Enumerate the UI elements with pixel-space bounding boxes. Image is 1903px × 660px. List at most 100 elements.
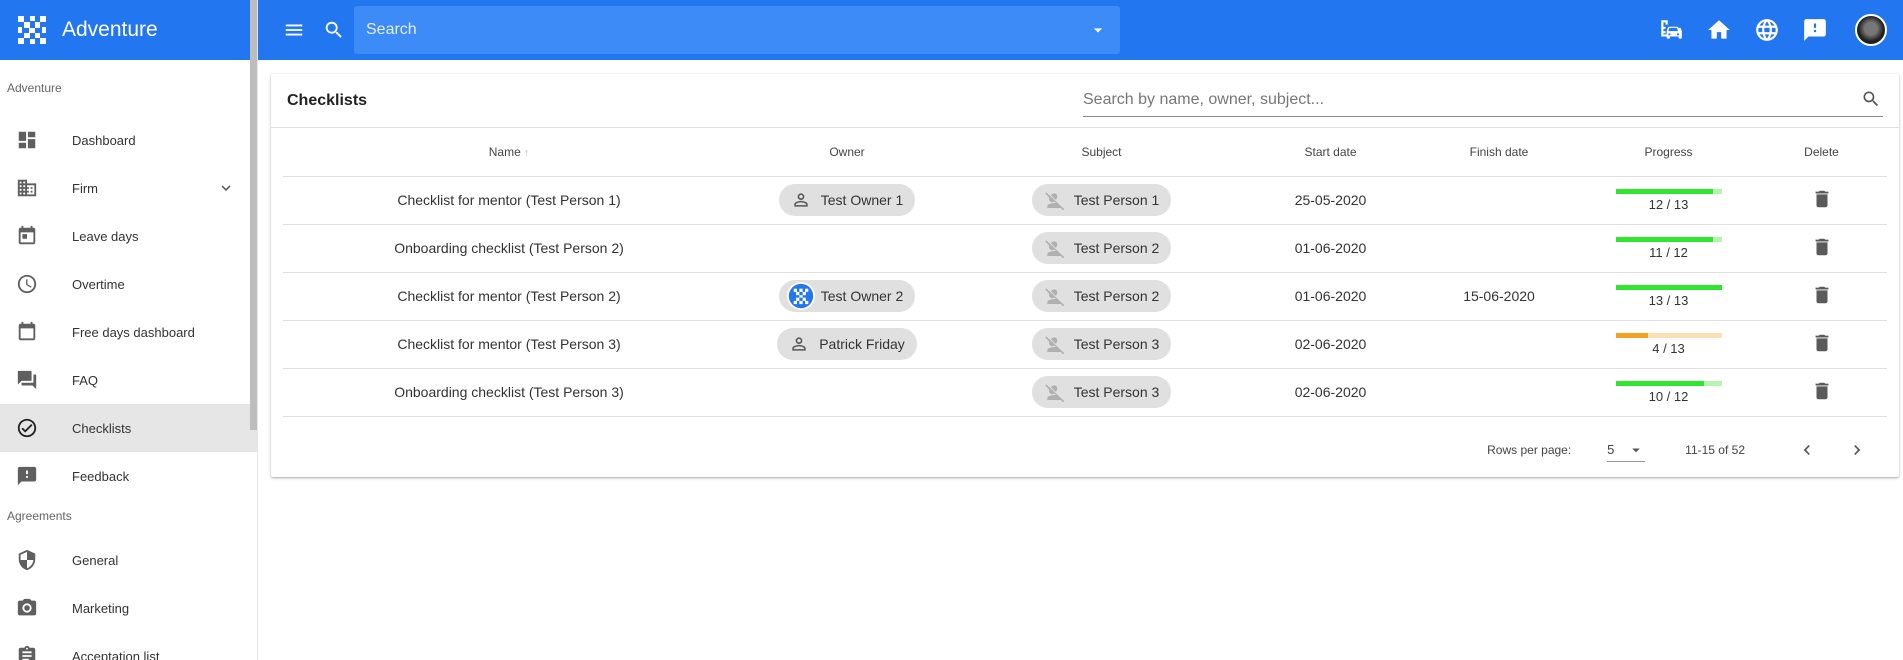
sidebar-item-leave-days[interactable]: Leave days (0, 212, 257, 260)
sidebar-item-feedback[interactable]: Feedback (0, 452, 257, 500)
table-row[interactable]: Checklist for mentor (Test Person 1) Tes… (283, 176, 1887, 225)
check-circle-icon (16, 417, 38, 439)
chevron-right-icon (1854, 445, 1861, 455)
dropdown-arrow-icon[interactable] (1627, 441, 1645, 459)
subject-chip[interactable]: Test Person 2 (1031, 280, 1172, 312)
person-off-icon (1040, 330, 1068, 358)
sidebar-item-label: Overtime (72, 276, 125, 292)
sidebar-item-marketing[interactable]: Marketing (0, 584, 257, 632)
sidebar-item-faq[interactable]: FAQ (0, 356, 257, 404)
pagination: Rows per page: 5 11-15 of 52 (271, 423, 1899, 477)
sidebar-item-label: Marketing (72, 600, 130, 616)
rows-per-page-select[interactable]: 5 (1607, 438, 1646, 462)
sidebar-item-label: FAQ (72, 372, 99, 388)
search-icon[interactable] (1861, 89, 1883, 111)
sidebar-item-checklists[interactable]: Checklists (0, 404, 257, 452)
cell-progress: 12 / 13 (1581, 176, 1756, 225)
global-search[interactable] (354, 6, 1120, 54)
subject-chip[interactable]: Test Person 1 (1031, 184, 1172, 216)
forum-icon (16, 369, 38, 391)
progress-bar (1615, 332, 1722, 338)
delete-button[interactable] (1811, 238, 1833, 261)
globe-icon[interactable] (1753, 16, 1781, 44)
progress-text: 12 / 13 (1648, 196, 1689, 212)
home-icon[interactable] (1705, 16, 1733, 44)
clock-icon (16, 273, 38, 295)
cell-subject: Test Person 1 (959, 176, 1244, 225)
company-car-icon[interactable] (1657, 16, 1685, 44)
trash-icon (1811, 382, 1833, 405)
chevron-down-icon[interactable] (217, 179, 235, 197)
person-off-icon (1040, 378, 1068, 406)
previous-page-button[interactable] (1795, 438, 1819, 462)
table-filter[interactable] (1083, 85, 1883, 117)
sort-arrow-icon[interactable]: ↑ (524, 147, 530, 159)
cell-owner: Test Owner 2 (735, 272, 959, 321)
delete-button[interactable] (1811, 286, 1833, 309)
person-off-icon (1040, 234, 1068, 262)
cell-delete (1756, 368, 1887, 417)
owner-chip[interactable]: Test Owner 1 (778, 184, 916, 216)
user-avatar[interactable] (1855, 14, 1887, 46)
cell-progress: 13 / 13 (1581, 272, 1756, 321)
sidebar-item-label: Leave days (72, 228, 139, 244)
sidebar-item-firm[interactable]: Firm (0, 164, 257, 212)
subject-chip[interactable]: Test Person 3 (1031, 376, 1172, 408)
column-header-finish-date[interactable]: Finish date (1417, 128, 1581, 177)
menu-icon[interactable] (282, 18, 306, 42)
subject-name: Test Person 2 (1073, 288, 1160, 304)
column-header-start-date[interactable]: Start date (1244, 128, 1417, 177)
building-icon (16, 177, 38, 199)
section-label-adventure: Adventure (7, 81, 62, 95)
subject-chip[interactable]: Test Person 3 (1031, 328, 1172, 360)
sidebar-item-dashboard[interactable]: Dashboard (0, 116, 257, 164)
sidebar-item-overtime[interactable]: Overtime (0, 260, 257, 308)
page-title: Checklists (287, 91, 368, 109)
shield-icon (16, 549, 38, 571)
column-header-name[interactable]: Name ↑ (283, 128, 735, 177)
table-row[interactable]: Checklist for mentor (Test Person 2) Tes… (283, 272, 1887, 321)
next-page-button[interactable] (1845, 438, 1869, 462)
search-input[interactable] (366, 21, 1088, 39)
clipboard-icon (16, 645, 38, 660)
column-header-progress[interactable]: Progress (1581, 128, 1756, 177)
delete-button[interactable] (1811, 190, 1833, 213)
table-row[interactable]: Checklist for mentor (Test Person 3) Pat… (283, 320, 1887, 369)
cell-name: Onboarding checklist (Test Person 2) (283, 224, 735, 273)
brand[interactable]: Adventure (0, 0, 257, 60)
subject-name: Test Person 2 (1073, 240, 1160, 256)
sidebar-item-general[interactable]: General (0, 536, 257, 584)
cell-start-date: 02-06-2020 (1244, 320, 1417, 369)
cell-owner: Test Owner 1 (735, 176, 959, 225)
feedback-icon[interactable] (1801, 16, 1829, 44)
cell-start-date: 02-06-2020 (1244, 368, 1417, 417)
person-icon (785, 330, 813, 358)
delete-button[interactable] (1811, 334, 1833, 357)
app-title: Adventure (62, 18, 158, 41)
cell-name: Onboarding checklist (Test Person 3) (283, 368, 735, 417)
table-search-input[interactable] (1083, 91, 1861, 109)
table-row[interactable]: Onboarding checklist (Test Person 2) Tes… (283, 224, 1887, 273)
owner-chip[interactable]: Patrick Friday (777, 328, 917, 360)
subject-chip[interactable]: Test Person 2 (1031, 232, 1172, 264)
progress-bar-fill (1615, 188, 1714, 194)
sidebar-item-free-days-dashboard[interactable]: Free days dashboard (0, 308, 257, 356)
column-header-delete: Delete (1756, 128, 1887, 177)
sidebar-scrollbar[interactable] (250, 0, 257, 430)
cell-subject: Test Person 3 (959, 320, 1244, 369)
cell-name: Checklist for mentor (Test Person 2) (283, 272, 735, 321)
trash-icon (1811, 190, 1833, 213)
progress-bar (1615, 236, 1722, 242)
delete-button[interactable] (1811, 382, 1833, 405)
chevron-left-icon (1803, 445, 1810, 455)
column-header-subject[interactable]: Subject (959, 128, 1244, 177)
dropdown-arrow-icon[interactable] (1088, 20, 1108, 40)
column-header-owner[interactable]: Owner (735, 128, 959, 177)
trash-icon (1811, 238, 1833, 261)
sidebar-item-acceptation-list[interactable]: Acceptation list (0, 632, 257, 660)
owner-chip[interactable]: Test Owner 2 (778, 280, 916, 312)
sidebar-item-label: Dashboard (72, 132, 136, 148)
search-icon[interactable] (322, 18, 346, 42)
cell-owner (735, 368, 959, 417)
table-row[interactable]: Onboarding checklist (Test Person 3) Tes… (283, 368, 1887, 417)
